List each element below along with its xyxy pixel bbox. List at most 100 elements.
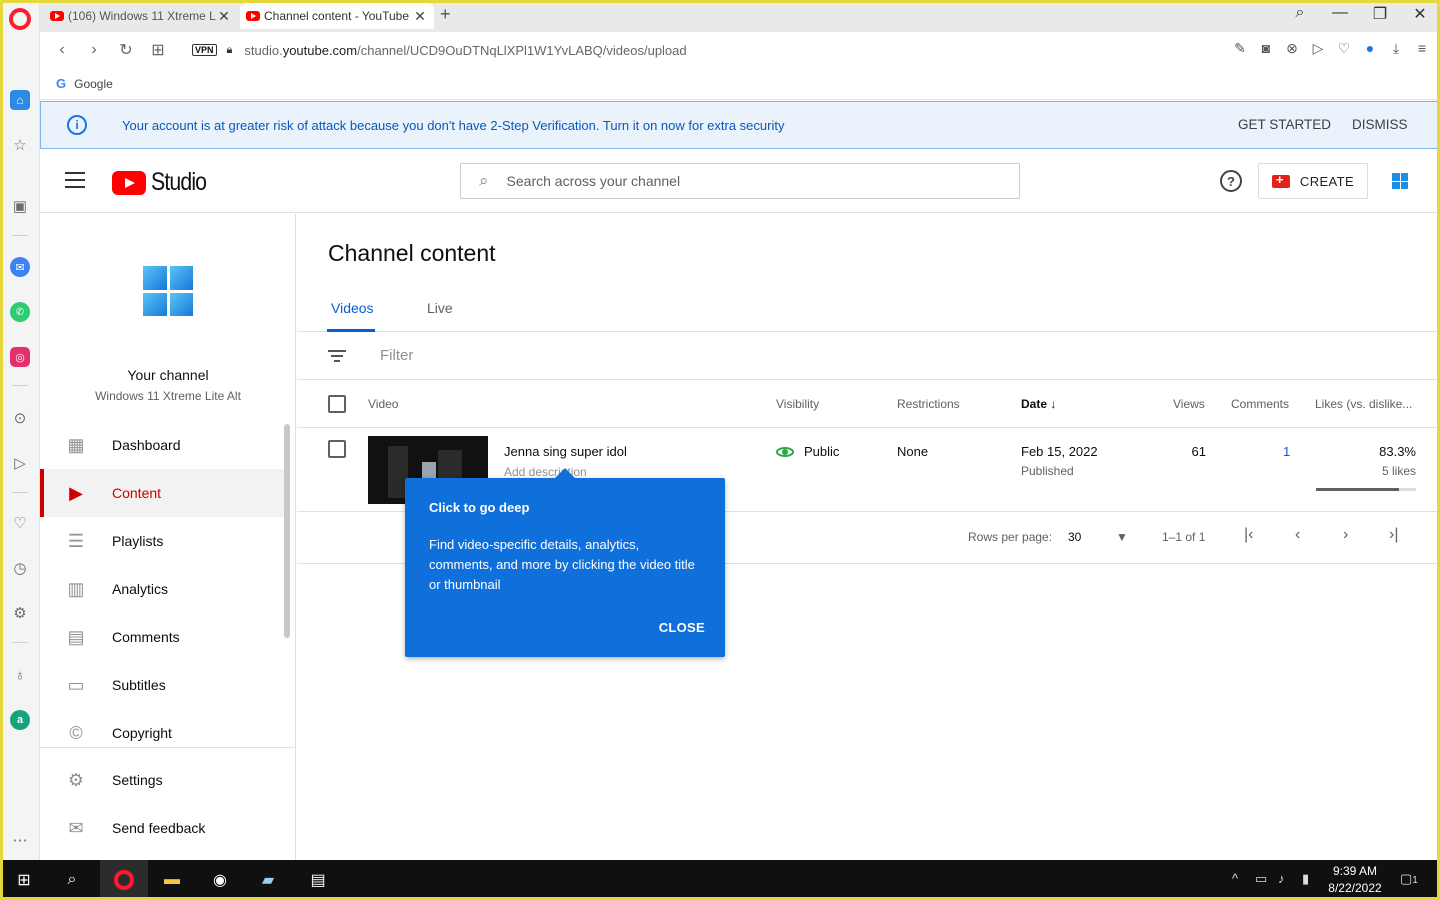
comments-value[interactable]: 1 (1283, 444, 1290, 459)
sidebar-scrollbar[interactable] (284, 424, 290, 638)
sidebar-item-playlists[interactable]: ☰ Playlists (40, 517, 284, 565)
tabs-grid-icon[interactable]: ⊞ (142, 40, 174, 60)
bookmark-heart-icon[interactable]: ♡ (1336, 40, 1352, 57)
notification-icon[interactable]: ▢1 (1400, 871, 1418, 887)
column-likes[interactable]: Likes (vs. dislike... (1315, 397, 1412, 411)
prev-page-icon[interactable]: ‹ (1295, 526, 1300, 544)
google-icon: G (56, 76, 67, 91)
sidebar-item-subtitles[interactable]: ▭ Subtitles (40, 661, 284, 709)
aria-icon[interactable]: a (10, 710, 30, 730)
notepad-icon[interactable]: ▰ (256, 868, 280, 892)
tab-videos[interactable]: Videos (331, 300, 374, 316)
tab-windows11[interactable]: (106) Windows 11 Xtreme Li ✕ (44, 3, 238, 29)
instagram-icon[interactable]: ◎ (10, 347, 30, 367)
rows-per-page-select[interactable]: 30 (1068, 530, 1081, 544)
sidebar-item-label: Playlists (112, 533, 164, 549)
history-icon[interactable]: ◷ (10, 558, 30, 578)
new-tab-icon[interactable]: + (440, 4, 451, 25)
sidebar-item-copyright[interactable]: © Copyright (40, 709, 284, 757)
whatsapp-icon[interactable]: ✆ (10, 302, 30, 322)
column-comments[interactable]: Comments (1231, 397, 1289, 411)
block-icon[interactable]: ⊗ (1284, 40, 1300, 57)
settings-gear-icon[interactable]: ⚙ (10, 603, 30, 623)
search-tabs-icon[interactable]: ⌕ (1288, 4, 1312, 22)
messenger-icon[interactable]: ✉ (10, 257, 30, 277)
search-input[interactable] (506, 173, 987, 189)
visibility-cell[interactable]: Public (776, 444, 839, 459)
vpn-badge[interactable]: VPN (192, 44, 217, 56)
row-checkbox[interactable] (328, 440, 346, 458)
chevron-up-icon[interactable]: ^ (1232, 871, 1238, 886)
sidebar-item-content[interactable]: ▶ Content (40, 469, 284, 517)
search-box[interactable]: ⌕ (460, 163, 1020, 199)
shopping-bag-icon[interactable]: ▣ (10, 196, 30, 216)
channel-avatar[interactable] (143, 266, 193, 316)
video-title[interactable]: Jenna sing super idol (504, 444, 627, 459)
back-icon[interactable]: ‹ (46, 41, 78, 59)
volume-icon[interactable]: ♪ (1278, 871, 1285, 886)
studio-logo[interactable]: Studio (112, 168, 216, 197)
get-started-button[interactable]: GET STARTED (1238, 117, 1331, 132)
playlists-icon: ☰ (67, 530, 85, 551)
camera-icon[interactable]: ◙ (1258, 40, 1274, 57)
column-date[interactable]: Date ↓ (1021, 397, 1056, 411)
edit-icon[interactable]: ✎ (1232, 40, 1248, 57)
home-icon[interactable]: ⌂ (10, 90, 30, 110)
opera-taskbar-icon[interactable] (100, 860, 148, 900)
sidebar-item-send-feedback[interactable]: ✉ Send feedback (40, 804, 284, 852)
opera-logo-icon[interactable] (9, 8, 31, 30)
views-value[interactable]: 61 (1187, 444, 1206, 459)
tab-channel-content[interactable]: Channel content - YouTube ✕ (240, 3, 434, 29)
create-button[interactable]: CREATE (1258, 163, 1368, 199)
column-restrictions[interactable]: Restrictions (897, 397, 960, 411)
help-icon[interactable]: ? (1220, 170, 1242, 192)
close-icon[interactable]: ✕ (216, 8, 232, 25)
send-icon[interactable]: ▷ (10, 453, 30, 473)
last-page-icon[interactable]: ›| (1389, 526, 1398, 544)
tab-live[interactable]: Live (427, 300, 453, 316)
first-page-icon[interactable]: |‹ (1244, 526, 1253, 544)
search-icon[interactable]: ⌕ (60, 868, 84, 892)
bookmark-google[interactable]: Google (74, 77, 113, 91)
heart-icon[interactable]: ♡ (10, 513, 30, 533)
reload-icon[interactable]: ↻ (110, 40, 142, 60)
tooltip-close-button[interactable]: CLOSE (659, 620, 705, 635)
microphone-icon[interactable]: ▮ (1302, 871, 1309, 887)
account-avatar[interactable] (1392, 173, 1408, 189)
more-icon[interactable]: ⋯ (10, 830, 30, 850)
player-icon[interactable]: ⊙ (10, 408, 30, 428)
restore-icon[interactable]: ❐ (1368, 4, 1392, 24)
forward-icon[interactable]: › (78, 41, 110, 59)
next-page-icon[interactable]: › (1343, 526, 1348, 544)
obs-icon[interactable]: ◉ (208, 868, 232, 892)
download-icon[interactable]: ⤓ (1388, 40, 1404, 57)
clapperboard-icon[interactable]: ▤ (306, 868, 330, 892)
menu-icon[interactable] (65, 172, 85, 188)
network-icon[interactable]: ▭ (1255, 871, 1267, 887)
sidebar-item-settings[interactable]: ⚙ Settings (40, 756, 284, 804)
sidebar-item-dashboard[interactable]: ▦ Dashboard (40, 421, 284, 469)
close-icon[interactable]: ✕ (412, 8, 428, 25)
easy-setup-icon[interactable]: ≡ (1414, 40, 1430, 57)
file-explorer-icon[interactable]: ▬ (160, 868, 184, 892)
create-video-icon (1271, 172, 1290, 188)
sidebar-item-comments[interactable]: ▤ Comments (40, 613, 284, 661)
close-window-icon[interactable]: ✕ (1408, 4, 1432, 24)
profile-icon[interactable]: ● (1362, 40, 1378, 57)
url-field[interactable]: studio.youtube.com/channel/UCD9OuDTNqLlX… (244, 43, 686, 58)
minimize-icon[interactable]: — (1328, 4, 1352, 22)
column-views[interactable]: Views (1173, 397, 1205, 411)
select-all-checkbox[interactable] (328, 395, 346, 413)
share-icon[interactable]: ▷ (1310, 40, 1326, 57)
filter-icon[interactable] (328, 350, 346, 362)
dismiss-button[interactable]: DISMISS (1352, 117, 1408, 132)
star-icon[interactable]: ☆ (10, 135, 30, 155)
dropdown-arrow-icon[interactable]: ▼ (1116, 530, 1128, 544)
sidebar-item-analytics[interactable]: ▥ Analytics (40, 565, 284, 613)
windows-start-icon[interactable]: ⊞ (12, 868, 36, 892)
taskbar-clock[interactable]: 9:39 AM 8/22/2022 (1324, 863, 1386, 897)
lightbulb-icon[interactable]: ♁ (10, 665, 30, 685)
filter-input[interactable]: Filter (380, 347, 413, 364)
lock-icon[interactable]: 🔒︎ (227, 44, 233, 57)
column-visibility[interactable]: Visibility (776, 397, 819, 411)
